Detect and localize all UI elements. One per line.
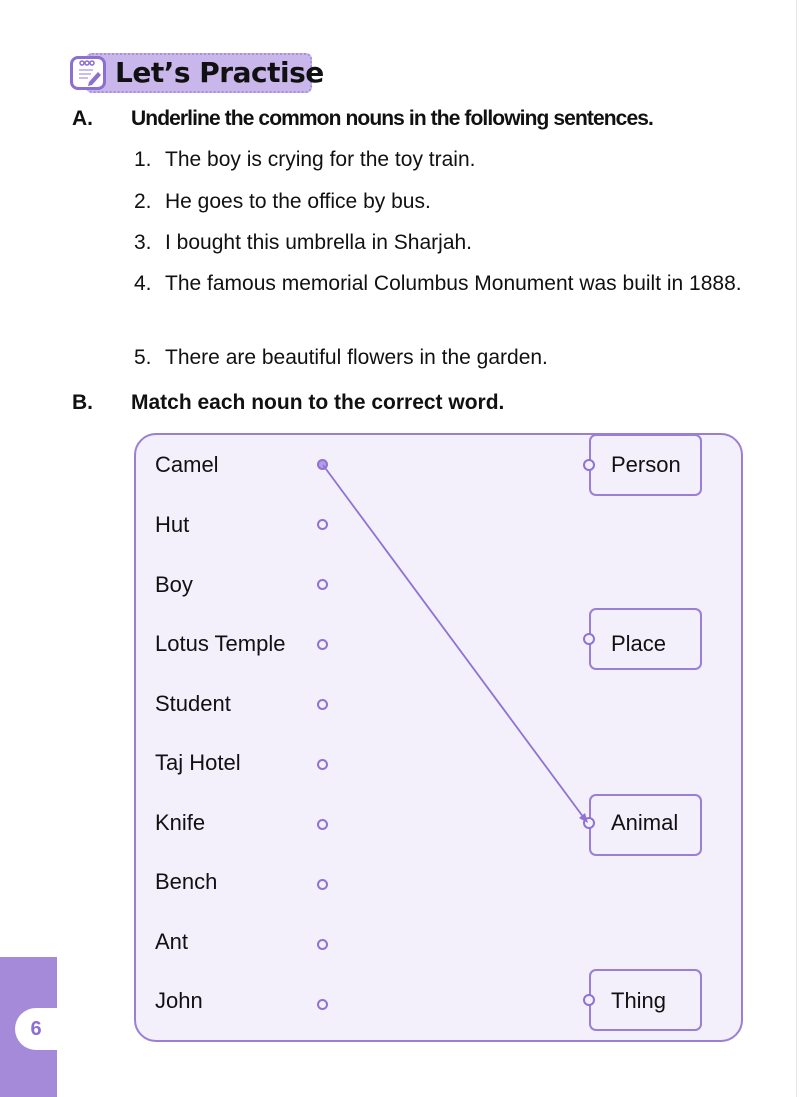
match-dot-lotus-temple[interactable] bbox=[317, 639, 328, 650]
match-dot-bench[interactable] bbox=[317, 879, 328, 890]
question-number: 4. bbox=[134, 272, 152, 295]
category-label-person: Person bbox=[611, 452, 681, 477]
category-label-place: Place bbox=[611, 631, 667, 656]
match-dot-camel[interactable] bbox=[317, 459, 328, 470]
question-number: 3. bbox=[134, 231, 152, 254]
noun-lotus-temple: Lotus Temple bbox=[155, 631, 286, 656]
noun-ant: Ant bbox=[155, 929, 189, 954]
section-b-letter: B. bbox=[72, 391, 93, 414]
section-a-instruction: Underline the common nouns in the follow… bbox=[131, 107, 654, 130]
match-dot-john[interactable] bbox=[317, 999, 328, 1010]
question-number: 1. bbox=[134, 148, 152, 171]
noun-camel: Camel bbox=[155, 452, 219, 477]
match-dot-boy[interactable] bbox=[317, 579, 328, 590]
question-text[interactable]: The famous memorial Columbus Monument wa… bbox=[165, 268, 755, 300]
question-text[interactable]: He goes to the office by bus. bbox=[165, 186, 755, 218]
noun-hut: Hut bbox=[155, 512, 190, 537]
page-edge bbox=[796, 0, 797, 1097]
noun-knife: Knife bbox=[155, 810, 206, 835]
question-number: 2. bbox=[134, 190, 152, 213]
section-b-instruction: Match each noun to the correct word. bbox=[131, 391, 505, 414]
matching-panel bbox=[134, 433, 743, 1042]
noun-john: John bbox=[155, 988, 203, 1013]
category-label-animal: Animal bbox=[611, 810, 679, 835]
section-title: Let’s Practise bbox=[115, 56, 324, 89]
noun-boy: Boy bbox=[155, 572, 193, 597]
noun-bench: Bench bbox=[155, 869, 218, 894]
section-a-letter: A. bbox=[72, 107, 93, 130]
notepad-pencil-icon bbox=[70, 56, 106, 90]
category-label-thing: Thing bbox=[611, 988, 667, 1013]
question-text[interactable]: I bought this umbrella in Sharjah. bbox=[165, 227, 755, 259]
match-dot-taj-hotel[interactable] bbox=[317, 759, 328, 770]
question-text[interactable]: There are beautiful flowers in the garde… bbox=[165, 342, 755, 374]
category-dot-animal[interactable] bbox=[583, 817, 595, 829]
match-dot-hut[interactable] bbox=[317, 519, 328, 530]
question-text[interactable]: The boy is crying for the toy train. bbox=[165, 144, 755, 176]
noun-taj-hotel: Taj Hotel bbox=[155, 750, 241, 775]
question-number: 5. bbox=[134, 346, 152, 369]
category-dot-person[interactable] bbox=[583, 459, 595, 471]
match-dot-student[interactable] bbox=[317, 699, 328, 710]
page-number: 6 bbox=[30, 1018, 42, 1040]
noun-student: Student bbox=[155, 691, 231, 716]
category-dot-thing[interactable] bbox=[583, 994, 595, 1006]
category-dot-place[interactable] bbox=[583, 633, 595, 645]
match-dot-ant[interactable] bbox=[317, 939, 328, 950]
match-dot-knife[interactable] bbox=[317, 819, 328, 830]
